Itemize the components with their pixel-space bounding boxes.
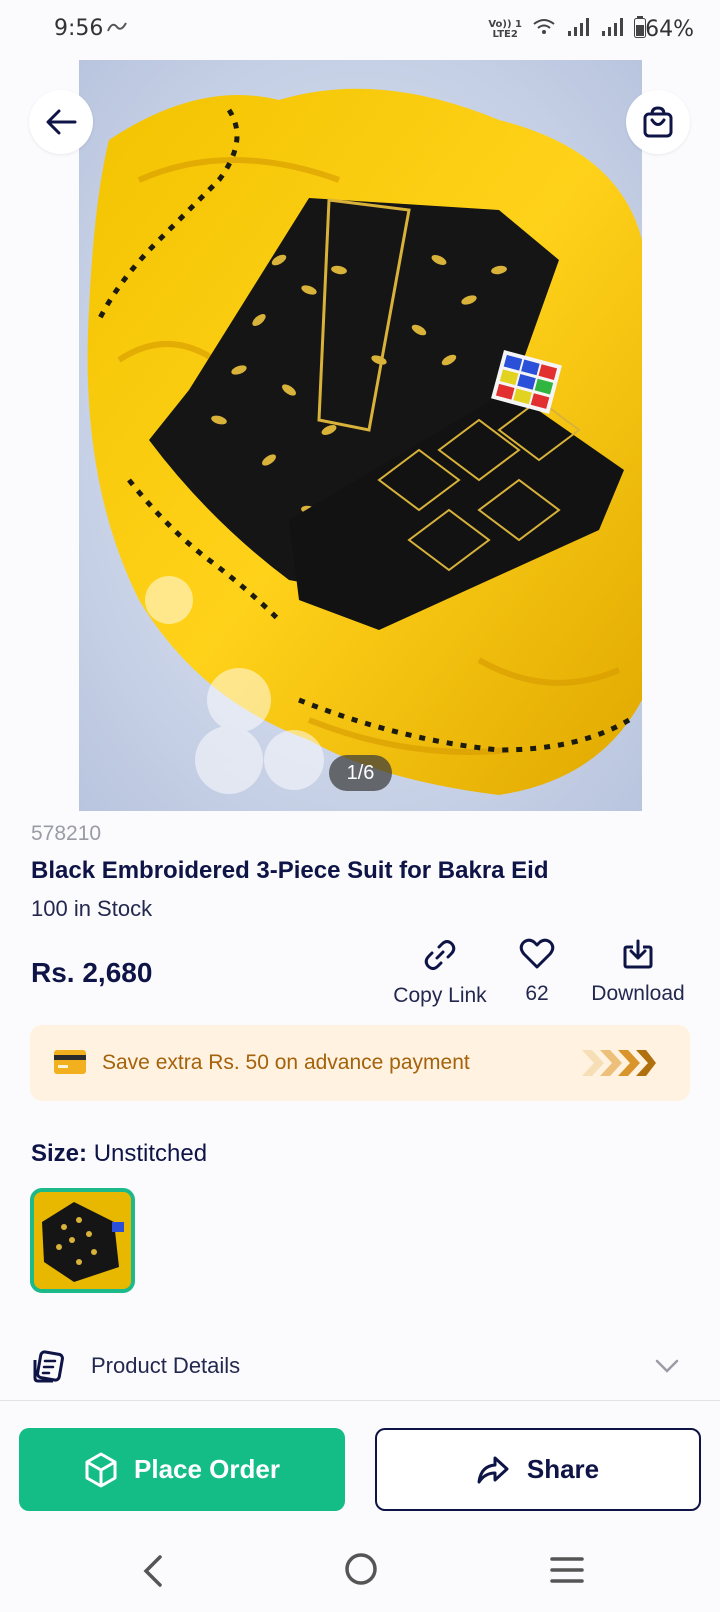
nav-back-icon[interactable] xyxy=(140,1554,166,1588)
chevrons-right-icon xyxy=(582,1050,656,1076)
size-option-unstitched[interactable] xyxy=(30,1188,135,1293)
product-price: Rs. 2,680 xyxy=(31,957,153,988)
share-label: Share xyxy=(526,1454,600,1484)
link-icon xyxy=(424,940,456,970)
size-value: Unstitched xyxy=(93,1140,208,1167)
like-count: 62 xyxy=(525,982,549,1005)
copy-link-button[interactable]: Copy Link xyxy=(390,938,490,1008)
download-button[interactable]: Download xyxy=(584,938,692,1006)
cart-button[interactable] xyxy=(626,90,690,154)
nav-menu-icon[interactable] xyxy=(550,1556,584,1584)
nav-home-icon[interactable] xyxy=(344,1552,378,1586)
download-icon xyxy=(623,939,653,969)
product-image[interactable] xyxy=(79,60,642,811)
status-time: 9:56 xyxy=(54,16,104,41)
promo-text: Save extra Rs. 50 on advance payment xyxy=(102,1051,470,1074)
package-icon xyxy=(85,1452,117,1487)
product-details-accordion[interactable]: Product Details xyxy=(0,1335,720,1401)
carrier-icon xyxy=(106,19,128,40)
arrow-left-icon xyxy=(46,109,77,135)
advance-payment-banner[interactable]: Save extra Rs. 50 on advance payment xyxy=(30,1025,690,1101)
product-details-label: Product Details xyxy=(91,1353,241,1378)
signal-icon-1 xyxy=(566,17,590,42)
system-nav-bar xyxy=(0,1540,720,1612)
like-button[interactable]: 62 xyxy=(507,938,567,1006)
copy-link-label: Copy Link xyxy=(393,984,487,1007)
document-icon xyxy=(33,1350,64,1383)
volte-icon: Vo)) 1 LTE2 xyxy=(488,18,522,40)
chevron-down-icon xyxy=(655,1359,679,1373)
product-title: Black Embroidered 3-Piece Suit for Bakra… xyxy=(31,857,549,884)
share-button[interactable]: Share xyxy=(375,1428,701,1511)
heart-icon xyxy=(519,938,555,969)
size-label: Size: xyxy=(31,1140,88,1167)
share-icon xyxy=(477,1456,509,1483)
status-bar: 9:56 Vo)) 1 LTE2 64% xyxy=(0,0,720,60)
place-order-button[interactable]: Place Order xyxy=(19,1428,345,1511)
shopping-bag-icon xyxy=(643,106,673,138)
size-selector-label: Size: Unstitched xyxy=(31,1140,207,1168)
page-indicator: 1/6 xyxy=(329,755,392,791)
product-sku: 578210 xyxy=(31,822,102,845)
stock-status: 100 in Stock xyxy=(31,896,153,921)
signal-icon-2 xyxy=(600,17,624,42)
credit-card-icon xyxy=(54,1050,86,1074)
back-button[interactable] xyxy=(29,90,93,154)
place-order-label: Place Order xyxy=(134,1454,280,1484)
battery-percent: 64% xyxy=(645,17,694,42)
wifi-icon xyxy=(532,17,556,42)
download-label: Download xyxy=(591,982,685,1005)
